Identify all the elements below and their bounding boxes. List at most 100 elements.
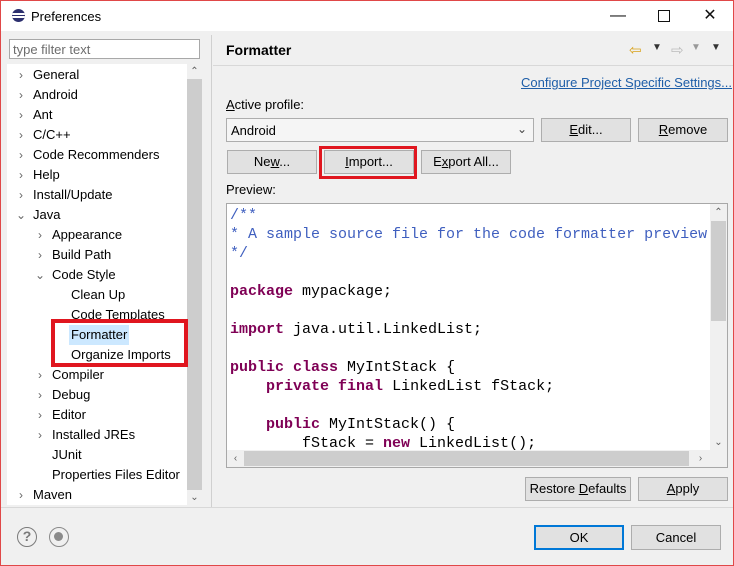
- title-bar: Preferences — ✕: [1, 1, 733, 31]
- code-line: import java.util.LinkedList;: [230, 320, 482, 339]
- collapsed-arrow-icon[interactable]: ›: [34, 405, 46, 425]
- collapsed-arrow-icon[interactable]: ›: [34, 365, 46, 385]
- code-line: package mypackage;: [230, 282, 392, 301]
- tree-item-debug[interactable]: › Debug: [38, 385, 92, 405]
- collapsed-arrow-icon[interactable]: ›: [15, 125, 27, 145]
- record-macro-icon[interactable]: [49, 527, 69, 547]
- button-label-part: Ne: [253, 154, 271, 169]
- close-button[interactable]: ✕: [687, 1, 733, 31]
- scroll-left-icon[interactable]: ‹: [228, 451, 243, 466]
- collapsed-arrow-icon[interactable]: ›: [34, 225, 46, 245]
- edit-profile-button[interactable]: Edit...: [541, 118, 631, 142]
- scroll-down-icon[interactable]: ⌄: [187, 490, 202, 505]
- restore-defaults-button[interactable]: Restore Defaults: [525, 477, 631, 501]
- view-menu-icon[interactable]: ▼: [711, 42, 721, 53]
- back-arrow-icon[interactable]: ⇦: [629, 41, 642, 59]
- code-keyword: import: [230, 321, 285, 338]
- preview-horizontal-scrollbar[interactable]: ‹ ›: [227, 450, 727, 467]
- page-title: Formatter: [226, 42, 292, 58]
- tree-item-junit[interactable]: JUnit: [50, 445, 84, 465]
- code-line: /**: [230, 206, 257, 225]
- panel-divider[interactable]: [211, 35, 212, 507]
- tree-item-build-path[interactable]: › Build Path: [38, 245, 113, 265]
- maximize-button[interactable]: [641, 1, 687, 31]
- footer-separator: [1, 507, 733, 508]
- tree-item-general[interactable]: › General: [19, 65, 81, 85]
- tree-item-java[interactable]: ⌄ Java: [16, 205, 62, 225]
- collapsed-arrow-icon[interactable]: ›: [15, 65, 27, 85]
- tree-item-help[interactable]: › Help: [19, 165, 62, 185]
- scroll-up-icon[interactable]: ⌃: [711, 205, 726, 220]
- tree-item-label: Properties Files Editor: [52, 467, 180, 482]
- tree-item-maven[interactable]: › Maven: [19, 485, 74, 505]
- remove-profile-button[interactable]: Remove: [638, 118, 728, 142]
- forward-arrow-icon[interactable]: ⇨: [671, 41, 684, 59]
- button-label-part: emove: [668, 122, 708, 137]
- tree-scroll-thumb[interactable]: [187, 79, 202, 490]
- forward-history-dropdown[interactable]: ▼: [691, 42, 701, 53]
- help-icon[interactable]: ?: [17, 527, 37, 547]
- collapsed-arrow-icon[interactable]: ›: [34, 385, 46, 405]
- new-profile-button[interactable]: New...: [227, 150, 317, 174]
- collapsed-arrow-icon[interactable]: ›: [15, 185, 27, 205]
- tree-item-code-style[interactable]: ⌄ Code Style: [35, 265, 118, 285]
- scroll-down-icon[interactable]: ⌄: [711, 435, 726, 450]
- collapsed-arrow-icon[interactable]: ›: [15, 105, 27, 125]
- expanded-arrow-icon[interactable]: ⌄: [15, 205, 27, 225]
- collapsed-arrow-icon[interactable]: ›: [15, 485, 27, 505]
- tree-item-appearance[interactable]: › Appearance: [38, 225, 124, 245]
- collapsed-arrow-icon[interactable]: ›: [34, 245, 46, 265]
- tree-item-label: Debug: [52, 387, 91, 402]
- tree-item-installed-jres[interactable]: › Installed JREs: [38, 425, 137, 445]
- tree-item-ant[interactable]: › Ant: [19, 105, 55, 125]
- code-preview[interactable]: /** * A sample source file for the code f…: [226, 203, 728, 468]
- active-profile-select[interactable]: Android ⌄: [226, 118, 534, 142]
- tree-item-compiler[interactable]: › Compiler: [38, 365, 106, 385]
- back-history-dropdown[interactable]: ▼: [652, 42, 662, 53]
- tree-item-c-c-[interactable]: › C/C++: [19, 125, 73, 145]
- tree-item-android[interactable]: › Android: [19, 85, 80, 105]
- scroll-right-icon[interactable]: ›: [693, 451, 708, 466]
- tree-item-label: Appearance: [52, 227, 123, 242]
- code-text: MyIntStack() {: [320, 416, 456, 433]
- collapsed-arrow-icon[interactable]: ›: [34, 425, 46, 445]
- maximize-icon: [658, 9, 670, 22]
- configure-project-settings-link[interactable]: Configure Project Specific Settings...: [521, 75, 732, 90]
- export-all-button[interactable]: Export All...: [421, 150, 511, 174]
- code-text: mypackage;: [293, 283, 393, 300]
- button-label-part: E: [433, 154, 442, 169]
- apply-button[interactable]: Apply: [638, 477, 728, 501]
- filter-input[interactable]: [9, 39, 200, 59]
- tree-item-label: Editor: [52, 407, 86, 422]
- tree-item-label: Code Recommenders: [33, 147, 160, 162]
- tree-item-label: Maven: [33, 487, 73, 502]
- preview-hscroll-thumb[interactable]: [244, 451, 689, 466]
- collapsed-arrow-icon[interactable]: ›: [15, 145, 27, 165]
- tree-item-install-update[interactable]: › Install/Update: [19, 185, 115, 205]
- tree-item-label: Compiler: [52, 367, 105, 382]
- tree-item-editor[interactable]: › Editor: [38, 405, 88, 425]
- code-keyword: public: [266, 416, 321, 433]
- collapsed-arrow-icon[interactable]: ›: [15, 85, 27, 105]
- minimize-button[interactable]: —: [595, 1, 641, 31]
- tree-item-properties-files-editor[interactable]: Properties Files Editor: [50, 465, 182, 485]
- expanded-arrow-icon[interactable]: ⌄: [34, 265, 46, 285]
- window-title: Preferences: [31, 9, 102, 24]
- ok-button[interactable]: OK: [534, 525, 624, 550]
- tree-item-label: General: [33, 67, 80, 82]
- code-keyword: private: [266, 378, 330, 395]
- code-keyword: public: [230, 359, 285, 376]
- preview-vscroll-thumb[interactable]: [711, 221, 726, 321]
- collapsed-arrow-icon[interactable]: ›: [15, 165, 27, 185]
- button-label-part: port All...: [448, 154, 499, 169]
- tree-scrollbar[interactable]: ⌃ ⌄: [187, 64, 202, 505]
- code-line: */: [230, 244, 248, 263]
- tree-item-clean-up[interactable]: Clean Up: [69, 285, 127, 305]
- scroll-up-icon[interactable]: ⌃: [187, 64, 202, 79]
- cancel-button[interactable]: Cancel: [631, 525, 721, 550]
- tree-item-label: Ant: [33, 107, 53, 122]
- preview-vertical-scrollbar[interactable]: ⌃ ⌄: [710, 204, 727, 451]
- tree-item-code-recommenders[interactable]: › Code Recommenders: [19, 145, 161, 165]
